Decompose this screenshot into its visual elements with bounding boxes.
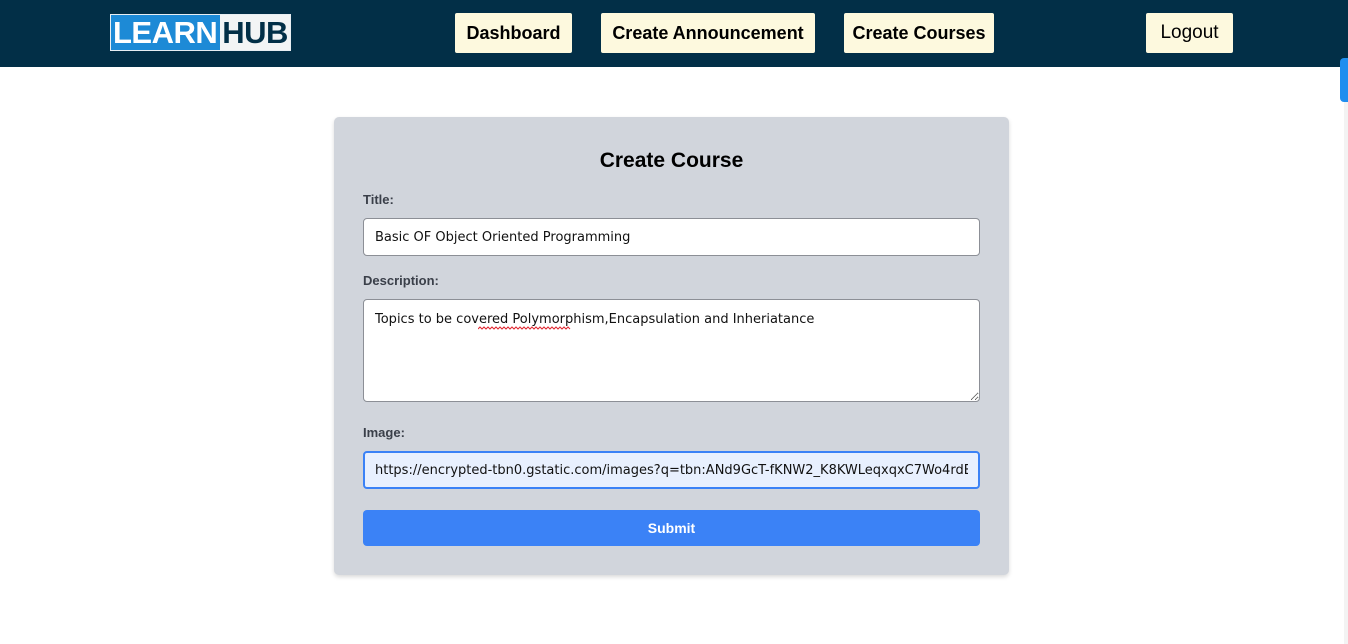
form-heading: Create Course <box>599 149 744 172</box>
create-courses-button[interactable]: Create Courses <box>844 13 994 53</box>
logo-learn-text: LEARN <box>111 15 221 50</box>
dashboard-button[interactable]: Dashboard <box>455 13 572 53</box>
description-textarea[interactable]: Topics to be covered Polymorphism,Encaps… <box>363 299 980 402</box>
create-course-card: Create Course Title: Description: Topics… <box>334 117 1009 575</box>
image-label: Image: <box>363 425 405 440</box>
spellcheck-underline <box>478 326 571 330</box>
submit-button[interactable]: Submit <box>363 510 980 546</box>
title-label: Title: <box>363 192 394 207</box>
logo-hub-text: HUB <box>220 15 290 50</box>
description-label: Description: <box>363 273 439 288</box>
learnhub-logo[interactable]: LEARN HUB <box>110 14 291 51</box>
scrollbar-track[interactable] <box>1344 67 1348 644</box>
image-url-input[interactable] <box>363 451 980 489</box>
title-input[interactable] <box>363 218 980 256</box>
create-announcement-button[interactable]: Create Announcement <box>601 13 815 53</box>
scrollbar-thumb[interactable] <box>1340 58 1348 102</box>
top-navbar: LEARN HUB Dashboard Create Announcement … <box>0 0 1348 67</box>
logout-button[interactable]: Logout <box>1146 13 1233 53</box>
